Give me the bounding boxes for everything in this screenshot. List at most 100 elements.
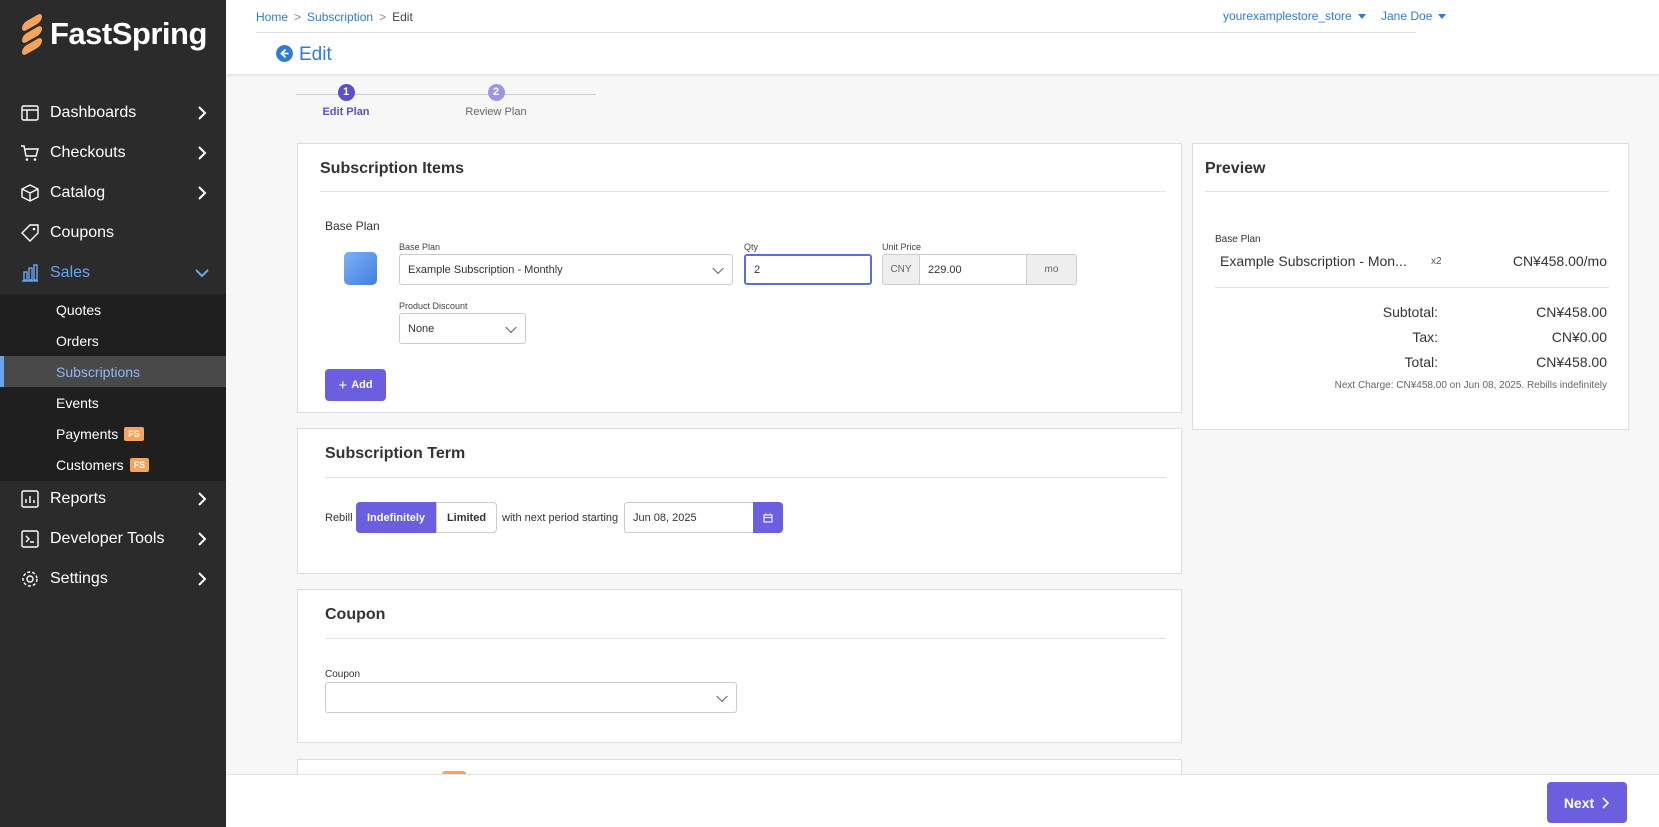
- step-review-plan[interactable]: 2 Review Plan: [446, 84, 546, 118]
- step-label: Edit Plan: [322, 106, 370, 118]
- calendar-button[interactable]: [753, 502, 783, 533]
- coupon-select[interactable]: [325, 682, 737, 713]
- coupon-label: Coupon: [325, 669, 361, 680]
- subnav-customers[interactable]: Customers FS: [0, 449, 226, 480]
- plus-icon: +: [338, 376, 348, 394]
- store-name: yourexamplestore_store: [1223, 9, 1352, 23]
- rebill-label: Rebill: [325, 512, 353, 524]
- currency-addon: CNY: [882, 254, 920, 285]
- total-label: Total:: [1404, 354, 1438, 370]
- next-button[interactable]: Next: [1547, 782, 1627, 823]
- next-period-label: with next period starting: [502, 512, 619, 524]
- product-discount-select[interactable]: None: [399, 313, 526, 344]
- base-plan-value: Example Subscription - Monthly: [408, 263, 563, 276]
- nav-label: Reports: [50, 490, 107, 507]
- footer-bar: Next: [226, 774, 1659, 827]
- chevron-right-icon: [198, 146, 207, 160]
- step-number: 2: [487, 84, 505, 101]
- subscription-term-card: Subscription Term Rebill Indefinitely Li…: [297, 428, 1182, 574]
- discount-label: Product Discount: [399, 301, 468, 311]
- nav-reports[interactable]: Reports: [0, 480, 226, 518]
- breadcrumb-home[interactable]: Home: [256, 10, 288, 24]
- sidebar: FastSpring Dashboards Checkouts Catalog …: [0, 0, 226, 827]
- subnav-label: Customers: [56, 456, 124, 473]
- chevron-right-icon: [198, 572, 207, 586]
- rebill-limited-toggle[interactable]: Limited: [436, 502, 497, 533]
- qty-label: Qty: [744, 242, 759, 252]
- subnav-payments[interactable]: Payments FS: [0, 418, 226, 449]
- bar-chart-icon: [22, 264, 38, 282]
- nav-sales[interactable]: Sales: [0, 254, 226, 292]
- fastspring-logo-icon: [22, 12, 44, 57]
- gear-icon: [22, 571, 38, 587]
- card-title: Coupon: [325, 606, 386, 623]
- nav-coupons[interactable]: Coupons: [0, 214, 226, 252]
- caret-down-icon: [1438, 13, 1447, 19]
- subnav-events[interactable]: Events: [0, 387, 226, 418]
- preview-item-name: Example Subscription - Mon...: [1220, 253, 1407, 269]
- nav-label: Coupons: [50, 224, 115, 241]
- card-title: Subscription Term: [325, 445, 466, 462]
- tag-icon: [21, 224, 39, 242]
- nav-label: Checkouts: [50, 144, 126, 161]
- chevron-down-icon: [716, 690, 728, 702]
- nav-developer-tools[interactable]: Developer Tools: [0, 520, 226, 558]
- chevron-down-icon: [505, 321, 517, 333]
- breadcrumb-subscription[interactable]: Subscription: [307, 10, 373, 24]
- coupon-card: Coupon Coupon: [297, 589, 1182, 743]
- step-edit-plan[interactable]: 1 Edit Plan: [296, 84, 396, 118]
- card-divider: [325, 477, 1166, 478]
- chevron-right-icon: [198, 492, 207, 506]
- add-item-button[interactable]: + Add: [325, 369, 386, 401]
- user-menu[interactable]: Jane Doe: [1381, 9, 1447, 23]
- header-divider: [256, 32, 1416, 33]
- fs-badge: FS: [129, 457, 150, 472]
- base-plan-label: Base Plan: [399, 242, 441, 252]
- chevron-right-icon: [198, 106, 207, 120]
- nav-settings[interactable]: Settings: [0, 560, 226, 598]
- page-title-text: Edit: [299, 44, 332, 65]
- qty-input[interactable]: 2: [744, 254, 872, 285]
- chevron-right-icon: [198, 186, 207, 200]
- step-number: 1: [337, 84, 355, 101]
- subnav-label: Events: [56, 394, 99, 411]
- stepper: 1 Edit Plan 2 Review Plan: [296, 84, 596, 124]
- base-plan-select[interactable]: Example Subscription - Monthly: [399, 254, 733, 285]
- next-period-date-input[interactable]: Jun 08, 2025: [624, 502, 754, 533]
- nav-dashboards[interactable]: Dashboards: [0, 94, 226, 132]
- step-label: Review Plan: [465, 106, 527, 118]
- fs-badge: FS: [124, 426, 144, 441]
- breadcrumb-separator-icon: >: [294, 10, 302, 24]
- store-selector[interactable]: yourexamplestore_store: [1223, 9, 1366, 23]
- rebill-indefinitely-toggle[interactable]: Indefinitely: [356, 502, 436, 533]
- subnav-label: Quotes: [56, 301, 102, 318]
- page-title[interactable]: Edit: [276, 44, 332, 66]
- qty-value: 2: [754, 263, 761, 276]
- unit-price-input[interactable]: 229.00: [919, 254, 1027, 285]
- subnav-quotes[interactable]: Quotes: [0, 294, 226, 325]
- subtotal-label: Subtotal:: [1382, 304, 1438, 320]
- back-arrow-icon: [276, 44, 293, 62]
- breadcrumb-current: Edit: [392, 10, 413, 24]
- subnav-orders[interactable]: Orders: [0, 325, 226, 356]
- add-label: Add: [351, 379, 373, 391]
- preview-divider: [1215, 287, 1609, 288]
- preview-item-price: CN¥458.00/mo: [1512, 253, 1607, 269]
- discount-value: None: [408, 322, 435, 335]
- nav-label: Settings: [50, 570, 108, 587]
- total-value: CN¥458.00: [1536, 354, 1607, 370]
- terminal-icon: [21, 530, 39, 548]
- period-addon: mo: [1026, 254, 1077, 285]
- sales-subnav: Quotes Orders Subscriptions Events Payme…: [0, 294, 226, 481]
- nav-checkouts[interactable]: Checkouts: [0, 134, 226, 172]
- subscription-items-card: Subscription Items Base Plan Base Plan E…: [297, 143, 1182, 413]
- report-icon: [21, 490, 39, 508]
- cart-icon: [21, 145, 39, 161]
- chevron-down-icon: [712, 262, 724, 274]
- chevron-down-icon: [195, 269, 209, 278]
- nav-catalog[interactable]: Catalog: [0, 174, 226, 212]
- box-icon: [21, 184, 39, 202]
- fastspring-logo[interactable]: FastSpring: [22, 12, 207, 57]
- subnav-subscriptions[interactable]: Subscriptions: [0, 356, 226, 387]
- card-divider: [325, 638, 1166, 639]
